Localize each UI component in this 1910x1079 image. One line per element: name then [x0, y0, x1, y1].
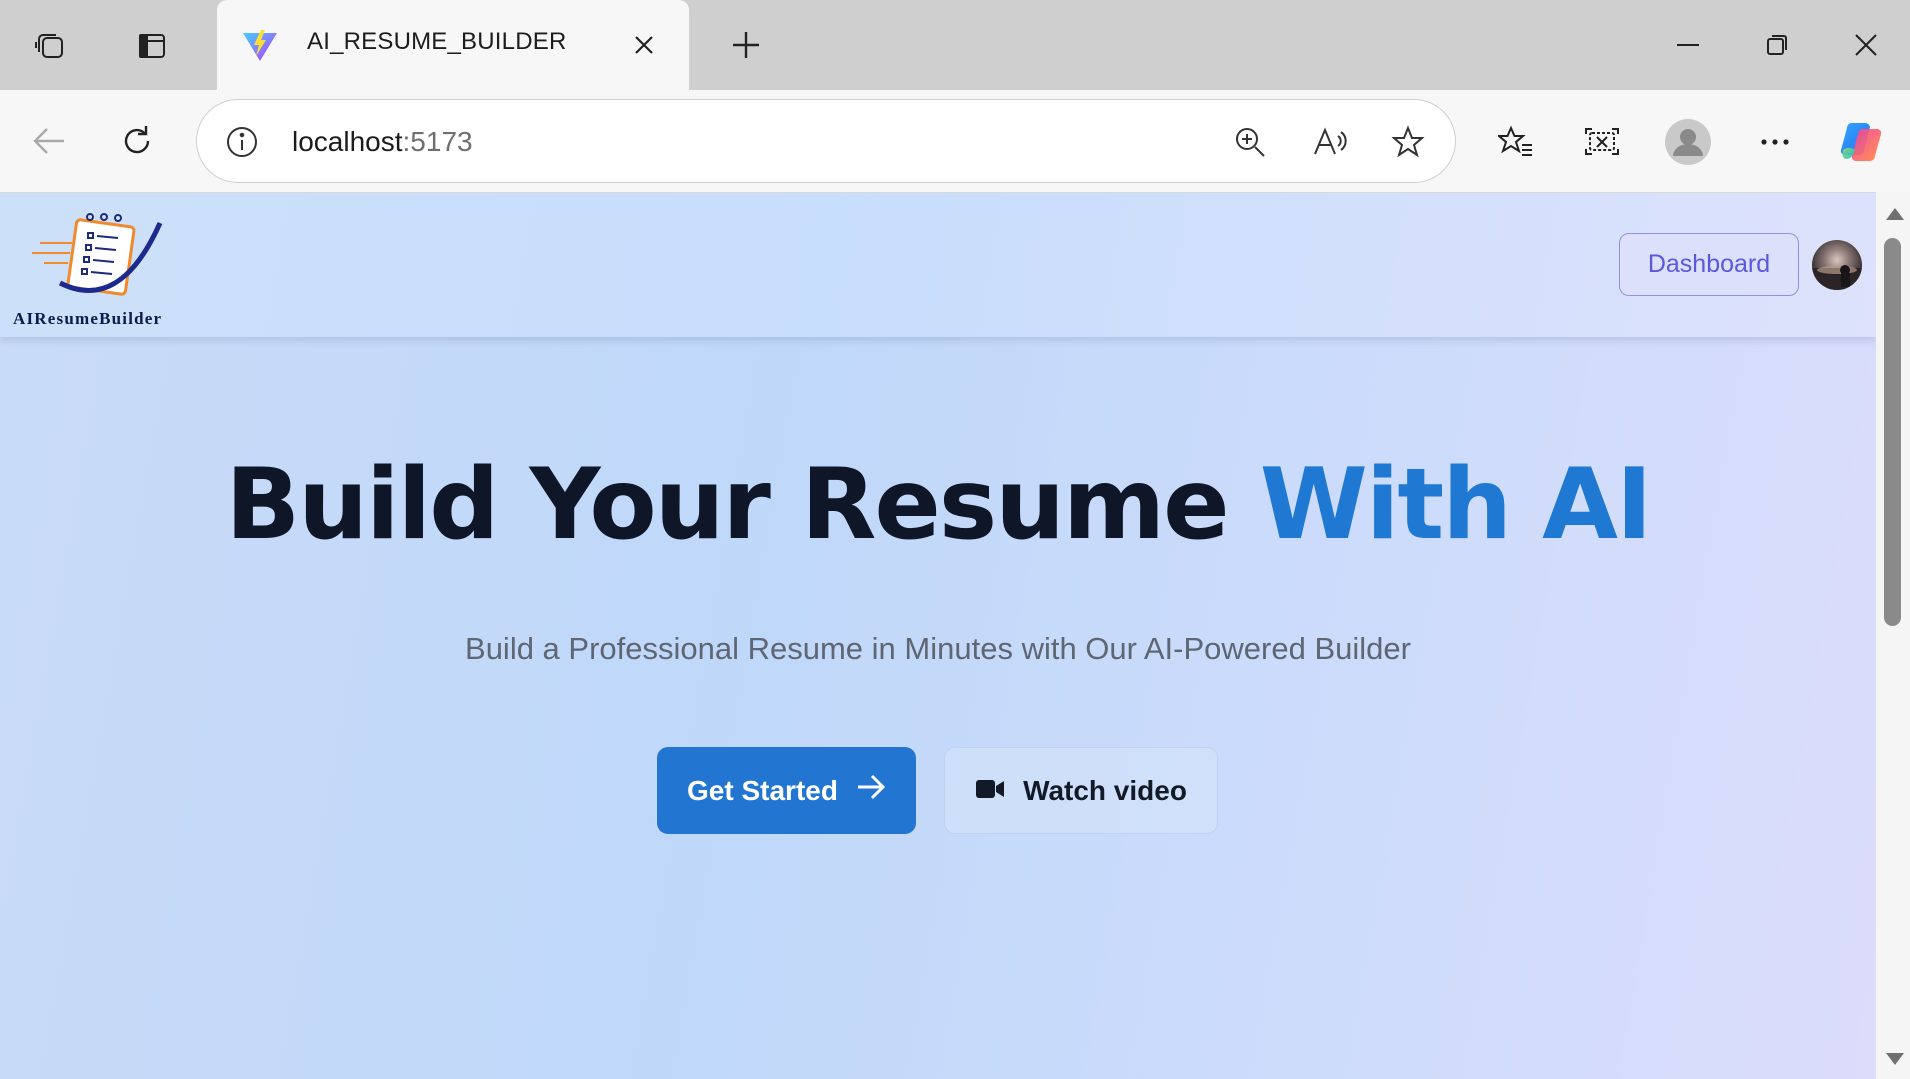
browser-toolbar: localhost:5173: [0, 90, 1910, 192]
profile-avatar-icon[interactable]: [1660, 114, 1716, 170]
page-viewport: AIResumeBuilder Dashboard Build Your Res…: [0, 192, 1876, 1079]
minimize-icon[interactable]: [1658, 20, 1718, 70]
scroll-up-arrow-icon[interactable]: [1886, 208, 1904, 220]
tab-actions-icon[interactable]: [120, 18, 184, 74]
refresh-icon[interactable]: [110, 114, 164, 168]
page-scrollbar[interactable]: [1876, 192, 1910, 1079]
back-arrow-icon[interactable]: [22, 114, 76, 168]
workspaces-icon[interactable]: [18, 18, 82, 74]
address-bar[interactable]: localhost:5173: [196, 99, 1456, 183]
hero-title: Build Your Resume With AI: [0, 448, 1876, 562]
site-logo[interactable]: AIResumeBuilder: [10, 203, 200, 333]
active-tab[interactable]: AI_RESUME_BUILDER: [217, 0, 689, 90]
site-header: AIResumeBuilder Dashboard: [0, 193, 1876, 337]
close-tab-icon[interactable]: [629, 28, 659, 62]
scroll-down-arrow-icon[interactable]: [1886, 1053, 1904, 1065]
get-started-label: Get Started: [687, 774, 838, 806]
watch-video-label: Watch video: [1023, 774, 1187, 806]
scroll-thumb[interactable]: [1884, 238, 1901, 626]
vite-favicon-icon: [241, 29, 279, 68]
more-options-icon[interactable]: [1747, 114, 1803, 170]
hero-subtitle: Build a Professional Resume in Minutes w…: [465, 631, 1411, 666]
browser-tabstrip: AI_RESUME_BUILDER: [0, 0, 1910, 90]
video-camera-icon: [975, 775, 1005, 807]
url-port: :5173: [402, 126, 473, 157]
copilot-icon[interactable]: [1834, 114, 1890, 170]
favorite-star-icon[interactable]: [1386, 120, 1430, 164]
arrow-right-icon: [856, 774, 886, 807]
get-started-button[interactable]: Get Started: [657, 747, 916, 834]
hero-title-accent: With AI: [1259, 448, 1653, 562]
favorites-icon[interactable]: [1488, 114, 1544, 170]
user-avatar[interactable]: [1812, 240, 1862, 290]
hero-title-main: Build Your Resume: [225, 448, 1230, 562]
zoom-icon[interactable]: [1228, 120, 1272, 164]
screenshot-icon[interactable]: [1574, 114, 1630, 170]
watch-video-button[interactable]: Watch video: [944, 747, 1218, 834]
tab-title: AI_RESUME_BUILDER: [307, 28, 567, 55]
url-host: localhost: [292, 126, 403, 157]
restore-icon[interactable]: [1747, 20, 1807, 70]
site-info-icon[interactable]: [223, 123, 261, 161]
url-text[interactable]: localhost:5173: [292, 126, 473, 158]
close-window-icon[interactable]: [1836, 20, 1896, 70]
new-tab-icon[interactable]: [722, 22, 770, 68]
dashboard-button[interactable]: Dashboard: [1619, 233, 1799, 296]
read-aloud-icon[interactable]: [1308, 120, 1352, 164]
logo-text: AIResumeBuilder: [13, 309, 163, 328]
clipboard-checklist-icon: [32, 213, 163, 296]
